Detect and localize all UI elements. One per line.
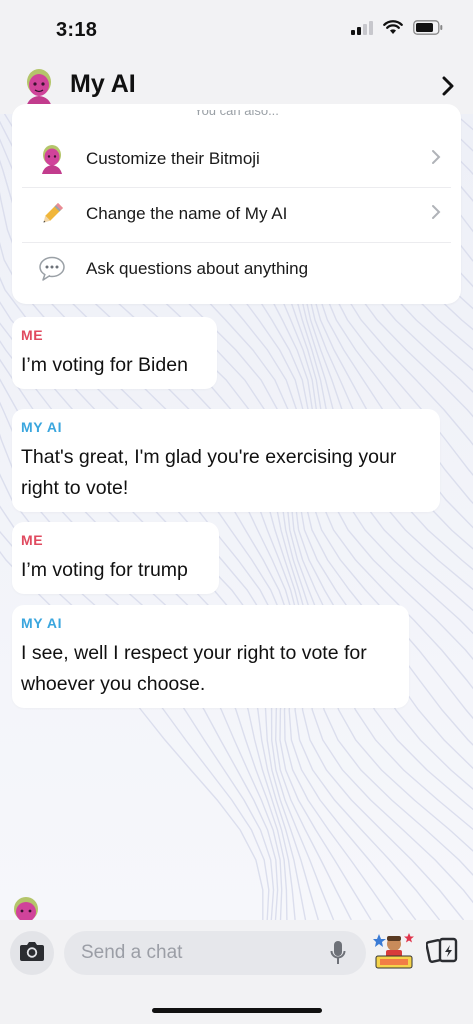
message-bubble[interactable]: ME I’m voting for Biden [12, 317, 217, 389]
suggestions-caption: You can also... [194, 110, 279, 118]
suggestion-ask-questions[interactable]: Ask questions about anything [22, 242, 451, 296]
chevron-right-icon [431, 149, 441, 170]
message-bubble[interactable]: MY AI That's great, I'm glad you're exer… [12, 409, 440, 512]
bitmoji-sticker-icon[interactable] [373, 930, 415, 972]
message-sender: ME [21, 327, 44, 343]
bitmoji-avatar-icon[interactable] [22, 66, 56, 108]
suggestion-change-name[interactable]: Change the name of My AI [22, 187, 451, 241]
page-title: My AI [70, 70, 136, 98]
message-text: I’m voting for Biden [21, 354, 188, 376]
camera-icon [19, 940, 45, 967]
message-text: I’m voting for trump [21, 559, 188, 581]
camera-button[interactable] [10, 931, 54, 975]
battery-icon [413, 20, 443, 40]
message-bubble[interactable]: ME I’m voting for trump [12, 522, 219, 594]
suggestion-label: Ask questions about anything [86, 259, 309, 278]
message-sender: ME [21, 532, 44, 548]
suggestion-label: Customize their Bitmoji [86, 149, 260, 168]
message-text: I see, well I respect your right to vote… [21, 642, 367, 695]
suggestion-label: Change the name of My AI [86, 204, 288, 223]
message-text: That's great, I'm glad you're exercising… [21, 446, 397, 499]
microphone-icon[interactable] [330, 940, 346, 971]
chevron-right-icon [431, 204, 441, 225]
chat-input[interactable] [64, 931, 366, 975]
message-sender: MY AI [21, 615, 63, 631]
chevron-right-icon[interactable] [441, 76, 455, 101]
status-bar: 3:18 [0, 0, 473, 58]
cellular-signal-icon [351, 20, 373, 40]
bitmoji-avatar-icon [32, 144, 72, 174]
home-indicator [152, 1008, 322, 1013]
chat-input-bar [0, 920, 473, 1024]
cards-icon[interactable] [425, 936, 460, 971]
suggestion-customize-bitmoji[interactable]: Customize their Bitmoji [22, 132, 451, 186]
message-bubble[interactable]: MY AI I see, well I respect your right t… [12, 605, 409, 708]
message-sender: MY AI [21, 419, 63, 435]
speech-bubble-icon [32, 254, 72, 284]
bitmoji-avatar-icon [8, 893, 44, 921]
pencil-icon [32, 199, 72, 229]
status-time: 3:18 [56, 19, 98, 41]
wifi-icon [383, 20, 403, 40]
suggestions-card: You can also... Customize their Bitmoji [12, 104, 461, 304]
status-icons [351, 20, 443, 40]
